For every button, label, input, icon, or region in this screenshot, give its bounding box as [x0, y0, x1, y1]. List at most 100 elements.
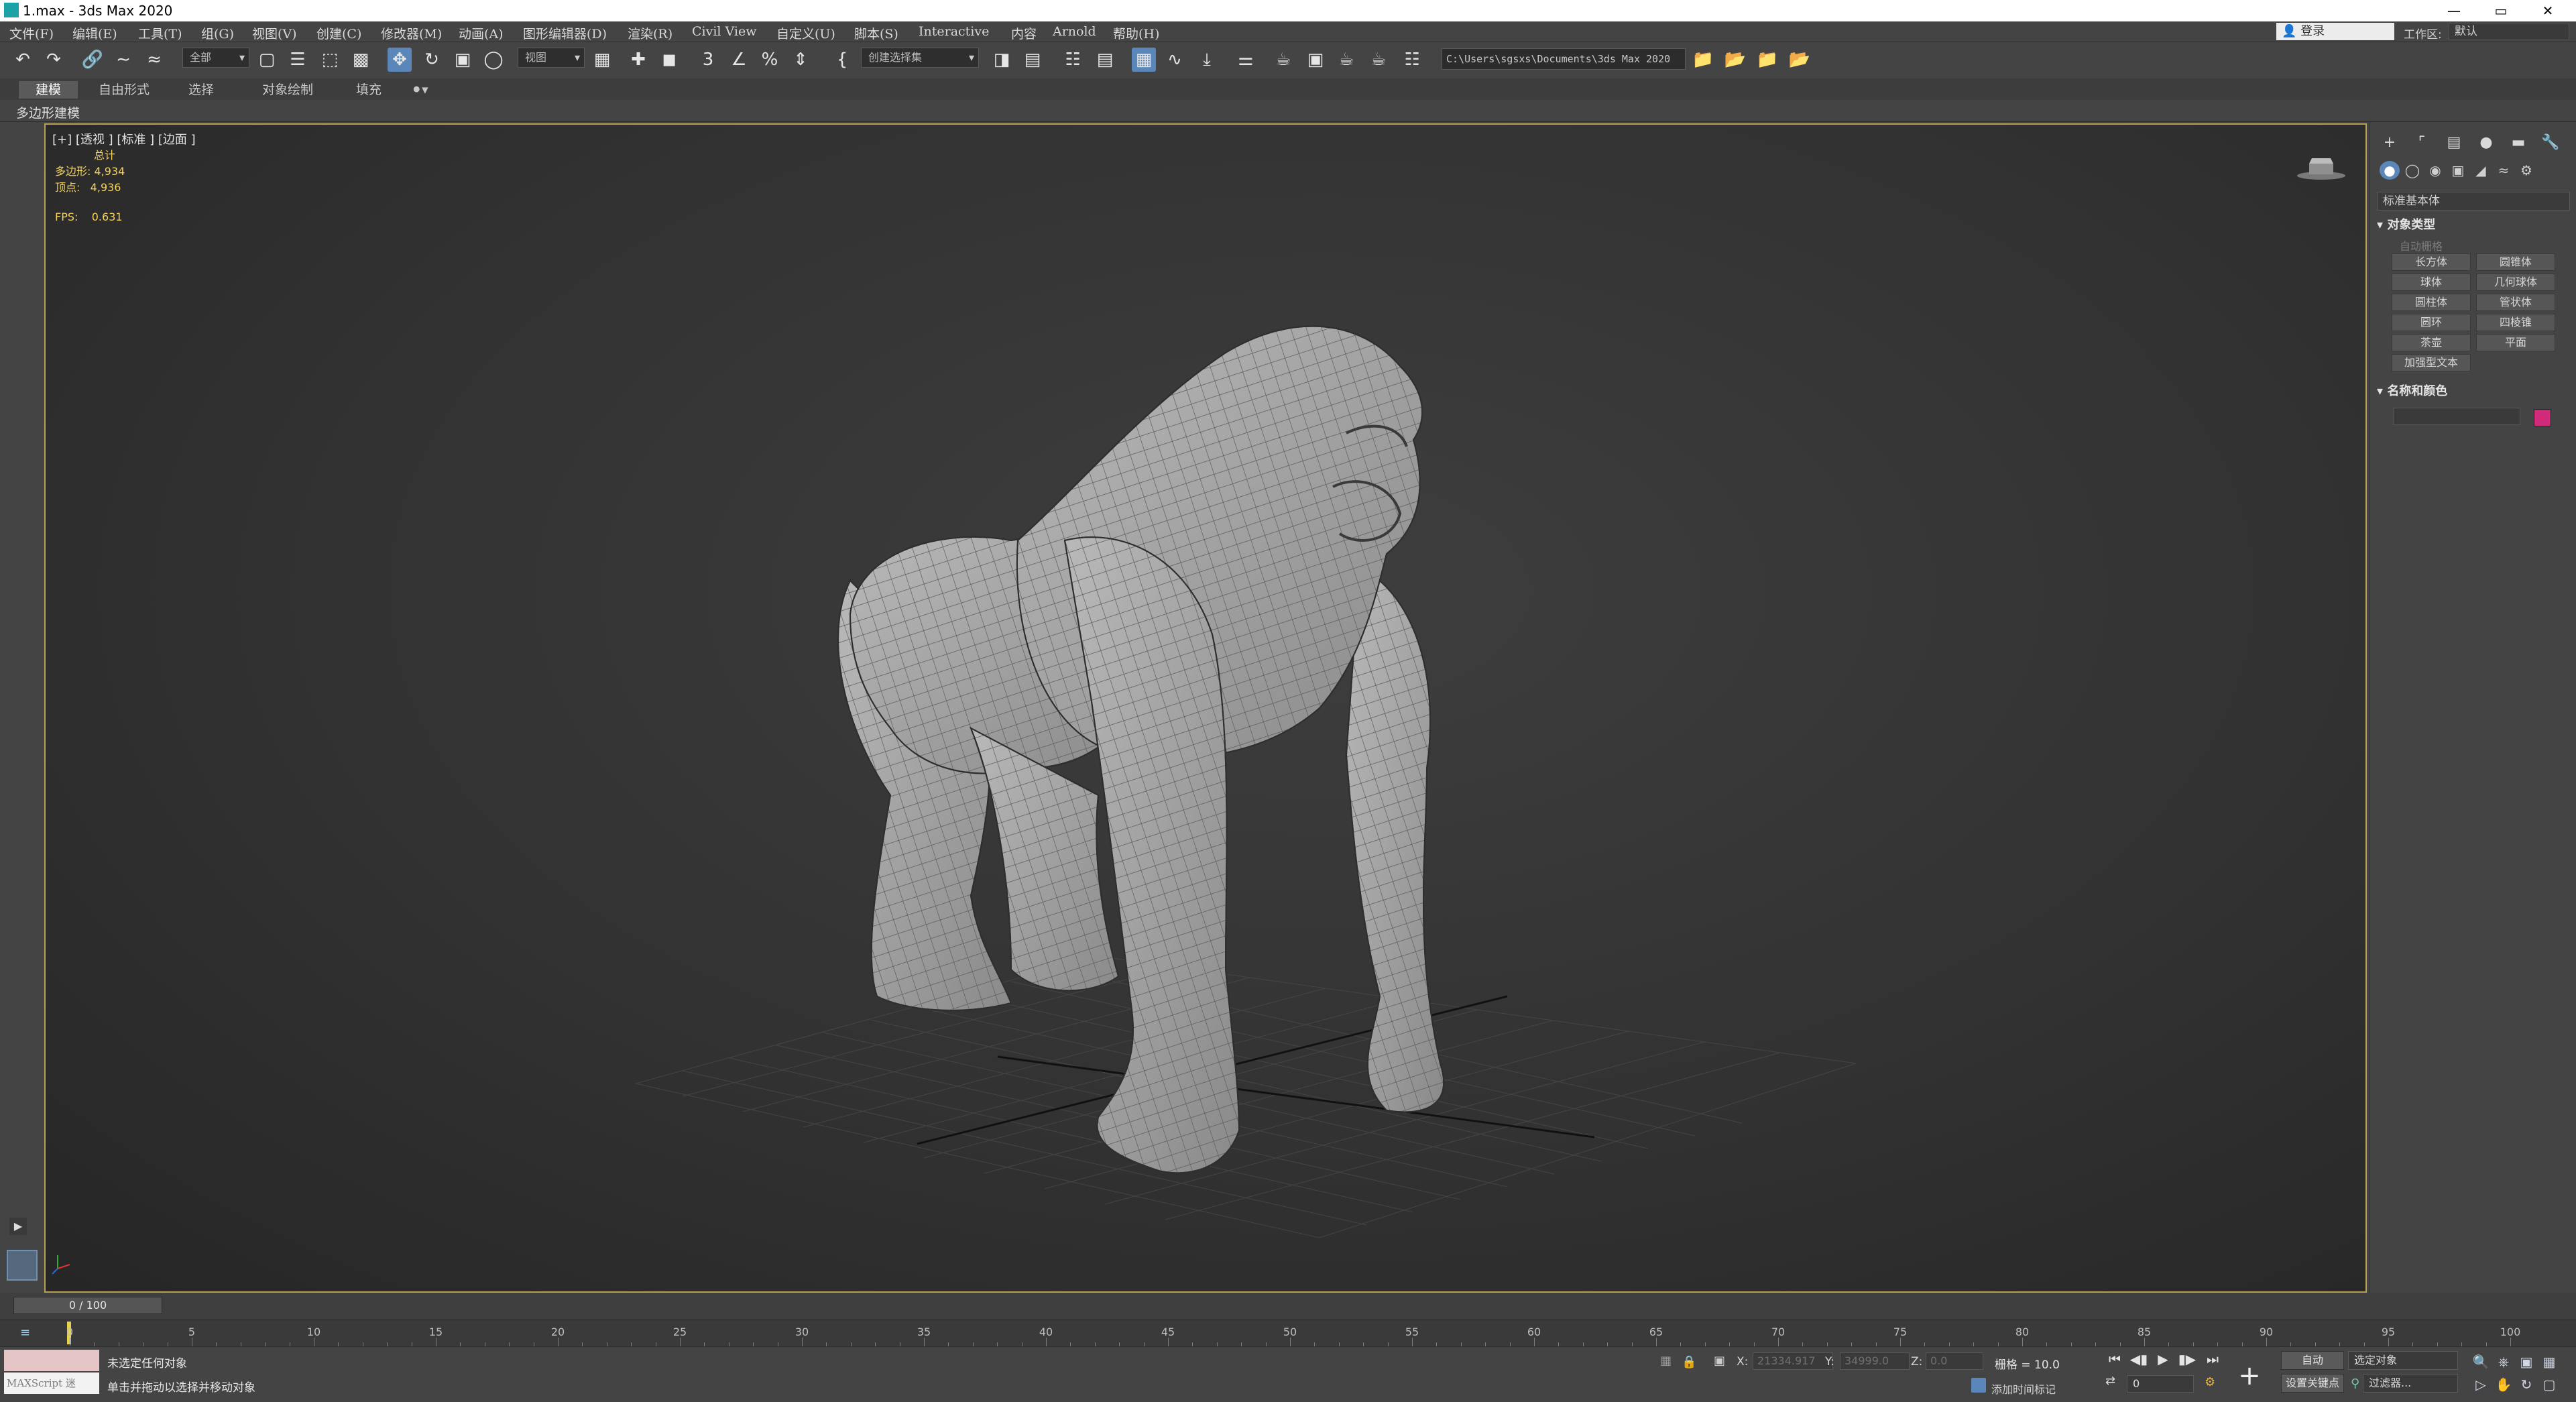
set-key-button[interactable]: 设置关键点 — [2281, 1374, 2344, 1393]
select-object-icon[interactable]: ▢ — [255, 48, 279, 72]
geosphere-button[interactable]: 几何球体 — [2476, 274, 2555, 291]
project-path-field[interactable]: C:\Users\sgsxs\Documents\3ds Max 2020 — [1442, 48, 1686, 70]
redo-icon[interactable]: ↷ — [42, 48, 66, 72]
tab-modeling[interactable]: 建模 — [19, 81, 78, 99]
goto-end-icon[interactable]: ⏭ — [2203, 1350, 2222, 1368]
viewport-layout-thumbnail[interactable] — [7, 1250, 38, 1281]
autogrid-checkbox[interactable]: 自动栅格 — [2400, 237, 2443, 253]
menu-create[interactable]: 创建(C) — [316, 24, 361, 42]
spacewarps-icon[interactable]: ≈ — [2494, 161, 2514, 180]
menu-help[interactable]: 帮助(H) — [1113, 24, 1159, 42]
zoom-extents-icon[interactable]: ▣ — [2517, 1352, 2536, 1371]
expand-viewport-layout-icon[interactable]: ▶ — [9, 1218, 27, 1235]
rotate-icon[interactable]: ↻ — [420, 48, 444, 72]
shapes-icon[interactable]: ◯ — [2402, 161, 2422, 180]
time-tag-icon[interactable] — [1971, 1378, 1986, 1393]
edit-named-selection-icon[interactable]: { — [830, 48, 854, 72]
name-color-rollout[interactable]: ▾ 名称和颜色 — [2377, 382, 2570, 401]
scene-explorer-icon[interactable]: ▦ — [1132, 48, 1156, 72]
ribbon-options-icon[interactable]: ⚫▾ — [406, 81, 433, 99]
menu-customize[interactable]: 自定义(U) — [776, 24, 835, 42]
rect-selection-icon[interactable]: ⬚ — [318, 48, 342, 72]
pan-icon[interactable]: ✋ — [2494, 1375, 2513, 1394]
time-slider[interactable]: 0 / 100 — [13, 1297, 162, 1314]
unlink-icon[interactable]: ∼ — [111, 48, 135, 72]
minimize-button[interactable]: — — [2434, 0, 2474, 21]
tube-button[interactable]: 管状体 — [2476, 294, 2555, 311]
display-tab-icon[interactable]: ▬ — [2507, 133, 2530, 153]
keyboard-shortcut-icon[interactable]: ◼ — [657, 48, 681, 72]
scale-icon[interactable]: ▣ — [451, 48, 475, 72]
render-setup-icon[interactable]: ☕ — [1271, 48, 1295, 72]
object-category-dropdown[interactable]: 标准基本体 — [2377, 192, 2570, 211]
menu-scripting[interactable]: 脚本(S) — [854, 24, 898, 42]
next-frame-icon[interactable]: ▮▶ — [2178, 1350, 2197, 1368]
prev-frame-icon[interactable]: ◀▮ — [2129, 1350, 2148, 1368]
box-button[interactable]: 长方体 — [2392, 253, 2471, 271]
zoom-extents-all-icon[interactable]: ▦ — [2540, 1352, 2559, 1371]
tab-freeform[interactable]: 自由形式 — [87, 81, 161, 99]
workspace-dropdown[interactable]: 默认 — [2449, 23, 2569, 40]
y-coordinate-field[interactable]: 34999.0 — [1840, 1352, 1910, 1370]
menu-civil-view[interactable]: Civil View — [692, 24, 757, 39]
tab-selection[interactable]: 选择 — [176, 81, 227, 99]
curve-editor-icon[interactable]: ∿ — [1163, 48, 1187, 72]
goto-start-icon[interactable]: ⏮ — [2105, 1350, 2124, 1368]
motion-tab-icon[interactable]: ● — [2475, 133, 2498, 153]
current-frame-spinner[interactable]: 0 — [2127, 1375, 2194, 1393]
z-coordinate-field[interactable]: 0.0 — [1926, 1352, 1983, 1370]
lights-icon[interactable]: ◉ — [2425, 161, 2445, 180]
selection-filter-dropdown[interactable]: 全部 — [182, 48, 249, 68]
plane-button[interactable]: 平面 — [2476, 334, 2555, 351]
menu-views[interactable]: 视图(V) — [252, 24, 297, 42]
teapot-button[interactable]: 茶壶 — [2392, 334, 2471, 351]
utilities-tab-icon[interactable]: 🔧 — [2539, 133, 2562, 153]
field-of-view-icon[interactable]: ▷ — [2471, 1375, 2490, 1394]
play-icon[interactable]: ▶ — [2154, 1350, 2172, 1368]
menu-rendering[interactable]: 渲染(R) — [628, 24, 672, 42]
pivot-center-icon[interactable]: ▦ — [590, 48, 614, 72]
snaps-toggle-icon[interactable]: 3 — [696, 48, 720, 72]
helpers-icon[interactable]: ◢ — [2471, 161, 2491, 180]
signin-dropdown[interactable]: 👤 登录 — [2276, 23, 2394, 40]
time-config-icon[interactable]: ⇄ — [2105, 1374, 2115, 1388]
layer-explorer-icon[interactable]: ☷ — [1061, 48, 1085, 72]
render-production-icon[interactable]: ☕ — [1334, 48, 1358, 72]
track-bar[interactable]: ≡ 0 5 10 15 20 25 30 35 40 45 50 55 60 65 70 75 80 85 90 95… — [0, 1320, 2576, 1347]
create-tab-icon[interactable]: + — [2378, 133, 2401, 153]
toggle-ribbon-icon[interactable]: ▤ — [1093, 48, 1117, 72]
mirror-icon[interactable]: ◨ — [990, 48, 1014, 72]
undo-icon[interactable]: ↶ — [11, 48, 35, 72]
geometry-icon[interactable]: ● — [2380, 161, 2400, 180]
maxscript-listener[interactable]: MAXScript 迷 — [4, 1350, 99, 1394]
textplus-button[interactable]: 加强型文本 — [2392, 354, 2471, 371]
material-editor-icon[interactable]: ⚌ — [1234, 48, 1258, 72]
rendered-frame-icon[interactable]: ▣ — [1303, 48, 1328, 72]
sphere-button[interactable]: 球体 — [2392, 274, 2471, 291]
cone-button[interactable]: 圆锥体 — [2476, 253, 2555, 271]
set-key-icon[interactable]: + — [2234, 1360, 2265, 1391]
menu-animation[interactable]: 动画(A) — [459, 24, 504, 42]
align-icon[interactable]: ▤ — [1020, 48, 1045, 72]
select-by-name-icon[interactable]: ☰ — [286, 48, 310, 72]
selection-lock-icon[interactable]: 🔒 — [1682, 1355, 1696, 1369]
tab-object-paint[interactable]: 对象绘制 — [251, 81, 325, 99]
x-coordinate-field[interactable]: 21334.917 — [1753, 1352, 1833, 1370]
cylinder-button[interactable]: 圆柱体 — [2392, 294, 2471, 311]
menu-file[interactable]: 文件(F) — [9, 24, 54, 42]
window-crossing-icon[interactable]: ▩ — [349, 48, 373, 72]
bind-spacewarp-icon[interactable]: ≈ — [142, 48, 166, 72]
reference-coord-dropdown[interactable]: 视图 — [518, 48, 585, 68]
object-color-swatch[interactable] — [2534, 409, 2551, 426]
set-project-icon[interactable]: 📁 — [1755, 48, 1779, 72]
cameras-icon[interactable]: ▣ — [2448, 161, 2468, 180]
menu-tools[interactable]: 工具(T) — [138, 24, 182, 42]
object-type-rollout[interactable]: ▾ 对象类型 — [2377, 216, 2570, 235]
named-selection-dropdown[interactable]: 创建选择集 — [861, 48, 979, 68]
add-time-tag-button[interactable]: 添加时间标记 — [1991, 1381, 2056, 1397]
open-project-icon[interactable]: 📂 — [1723, 48, 1747, 72]
key-filters-button[interactable]: 过滤器... — [2363, 1374, 2458, 1393]
zoom-all-icon[interactable]: ⎈ — [2494, 1352, 2513, 1371]
key-selection-dropdown[interactable]: 选定对象 — [2348, 1351, 2458, 1370]
project-templates-icon[interactable]: 📂 — [1788, 48, 1812, 72]
